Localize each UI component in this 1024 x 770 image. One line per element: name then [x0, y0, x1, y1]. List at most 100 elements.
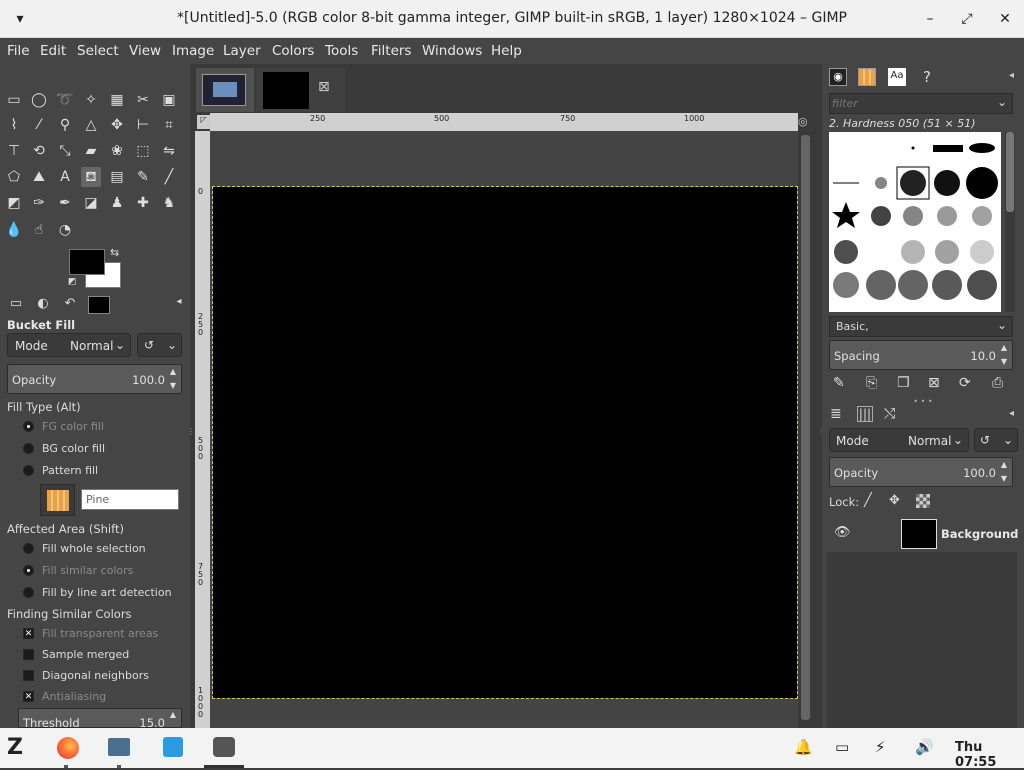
channels-tab-icon[interactable]: |||	[857, 406, 873, 422]
tool-options-tab-icon[interactable]: ▭	[5, 296, 27, 314]
text-icon[interactable]: A	[55, 167, 75, 187]
close-button[interactable]: ✕	[995, 9, 1015, 29]
menu-edit[interactable]: Edit	[40, 43, 66, 59]
dock-pane-separator[interactable]: • • •	[822, 398, 1024, 406]
paths-icon[interactable]: ⌇	[4, 115, 24, 135]
layer-opacity-spinbox[interactable]: Opacity 100.0 ▲ ▼	[829, 457, 1013, 487]
decrement-icon[interactable]: ▼	[998, 357, 1010, 366]
brush-filter-input[interactable]	[832, 96, 982, 111]
foreground-select-icon[interactable]: ▣	[159, 90, 179, 110]
antialiasing-checkbox[interactable]: ✕	[23, 691, 34, 702]
close-tab-icon[interactable]: ⊠	[318, 79, 330, 95]
new-brush-icon[interactable]: ⎘	[866, 375, 877, 391]
increment-icon[interactable]: ▲	[167, 367, 179, 376]
dock-menu-icon[interactable]: ◂	[1009, 70, 1014, 81]
increment-icon[interactable]: ▲	[998, 343, 1010, 352]
align-icon[interactable]: ⊢	[133, 115, 153, 135]
flip-icon[interactable]: ⇋	[159, 141, 179, 161]
color-select-icon[interactable]: ▦	[107, 90, 127, 110]
dock-resize-handle[interactable]: ⋮	[187, 427, 195, 441]
cage-transform-icon[interactable]: ⬠	[4, 167, 24, 187]
pattern-fill-radio[interactable]	[23, 465, 34, 476]
menu-view[interactable]: View	[129, 43, 161, 59]
warp-icon[interactable]: ⛰	[29, 167, 49, 187]
patterns-tab-icon[interactable]	[858, 68, 876, 86]
opacity-spinbox[interactable]: Opacity 100.0 ▲ ▼	[7, 364, 182, 394]
menu-windows[interactable]: Windows	[422, 43, 482, 59]
zoom-navigate-icon[interactable]: ◎	[798, 115, 812, 129]
fonts-tab-icon[interactable]: Aa	[888, 68, 906, 86]
increment-icon[interactable]: ▲	[167, 710, 179, 719]
fill-similar-colors-radio[interactable]	[23, 565, 34, 576]
diagonal-neighbors-checkbox[interactable]	[23, 670, 34, 681]
menu-filters[interactable]: Filters	[371, 43, 411, 59]
quick-mask-icon[interactable]: ◸	[197, 115, 210, 129]
image-tab-active[interactable]: ⊠	[256, 68, 346, 112]
brush-tag-combo[interactable]: Basic, ⌄	[829, 316, 1013, 337]
menu-select[interactable]: Select	[77, 43, 119, 59]
layers-tab-icon[interactable]: ≣	[830, 406, 842, 422]
image-canvas[interactable]	[212, 186, 798, 699]
screen-icon[interactable]: ▭	[835, 738, 849, 756]
airbrush-icon[interactable]: ✑	[29, 193, 49, 213]
ellipse-select-icon[interactable]: ◯	[29, 90, 49, 110]
smudge-icon[interactable]: ☝	[29, 220, 49, 240]
brush-filter-field[interactable]: ⌄	[829, 93, 1013, 114]
default-colors-icon[interactable]: ◩	[68, 277, 77, 287]
heal-icon[interactable]: ✚	[133, 193, 153, 213]
layer-reset-mode-button[interactable]: ↺ ⌄	[974, 428, 1018, 452]
pattern-name-field[interactable]: Pine	[81, 489, 179, 510]
vertical-scrollbar[interactable]	[799, 131, 812, 728]
perspective-clone-icon[interactable]: ♞	[159, 193, 179, 213]
fill-transparent-checkbox[interactable]: ✕	[23, 628, 34, 639]
eraser-icon[interactable]: ◩	[4, 193, 24, 213]
fg-fill-radio[interactable]	[23, 421, 34, 432]
zorin-menu-icon[interactable]: Z	[7, 735, 23, 760]
brush-grid[interactable]	[829, 132, 1001, 312]
measure-icon[interactable]: △	[81, 115, 101, 135]
clock[interactable]: Thu 07:55	[955, 740, 1024, 770]
paintbrush-icon[interactable]: ╱	[159, 167, 179, 187]
ink-icon[interactable]: ✒	[55, 193, 75, 213]
firefox-icon[interactable]	[57, 737, 79, 759]
bucket-fill-icon[interactable]: ⛾	[81, 167, 101, 187]
swap-colors-icon[interactable]: ⇆	[110, 246, 119, 259]
blur-icon[interactable]: 💧	[4, 220, 24, 240]
duplicate-brush-icon[interactable]: ❐	[897, 375, 910, 391]
menu-help[interactable]: Help	[491, 43, 522, 59]
software-store-icon[interactable]	[163, 737, 183, 757]
scrollbar-thumb[interactable]	[1006, 132, 1014, 212]
maximize-button[interactable]: ⤢	[957, 9, 977, 29]
undo-history-tab-icon[interactable]: ↶	[59, 296, 81, 314]
edit-brush-icon[interactable]: ✎	[833, 375, 845, 391]
volume-icon[interactable]: 🔊	[915, 738, 934, 756]
rotate-icon[interactable]: ⟲	[29, 141, 49, 161]
device-status-tab-icon[interactable]: ◐	[32, 296, 54, 314]
decrement-icon[interactable]: ▼	[998, 474, 1010, 483]
move-icon[interactable]: ✥	[107, 115, 127, 135]
perspective-icon[interactable]: ⬚	[133, 141, 153, 161]
increment-icon[interactable]: ▲	[998, 460, 1010, 469]
brushes-tab-icon[interactable]: ◉	[829, 68, 847, 86]
scrollbar-thumb[interactable]	[801, 135, 810, 720]
shear-icon[interactable]: ▰	[81, 141, 101, 161]
lock-position-icon[interactable]: ✥	[889, 493, 900, 508]
lock-pixels-icon[interactable]: ╱	[864, 493, 872, 508]
open-as-image-icon[interactable]: ⎙	[992, 375, 1003, 391]
pencil-icon[interactable]: ✎	[133, 167, 153, 187]
decrement-icon[interactable]: ▼	[167, 381, 179, 390]
zoom-icon[interactable]: ⚲	[55, 115, 75, 135]
dock-menu-icon[interactable]: ◂	[168, 296, 190, 314]
layer-row[interactable]: 👁 Background	[827, 516, 1018, 552]
threshold-spinbox[interactable]: Threshold 15.0 ▲	[18, 708, 182, 728]
color-picker-icon[interactable]: ⁄	[29, 115, 49, 135]
notifications-icon[interactable]: 🔔	[794, 738, 813, 756]
dodge-burn-icon[interactable]: ◔	[55, 220, 75, 240]
fuzzy-select-icon[interactable]: ✧	[81, 90, 101, 110]
fill-line-art-radio[interactable]	[23, 587, 34, 598]
bg-fill-radio[interactable]	[23, 443, 34, 454]
mode-combo[interactable]: Mode Normal ⌄	[7, 333, 131, 357]
unified-transform-icon[interactable]: ⊤	[4, 141, 24, 161]
menu-tools[interactable]: Tools	[325, 43, 358, 59]
crop-icon[interactable]: ⌗	[159, 115, 179, 135]
